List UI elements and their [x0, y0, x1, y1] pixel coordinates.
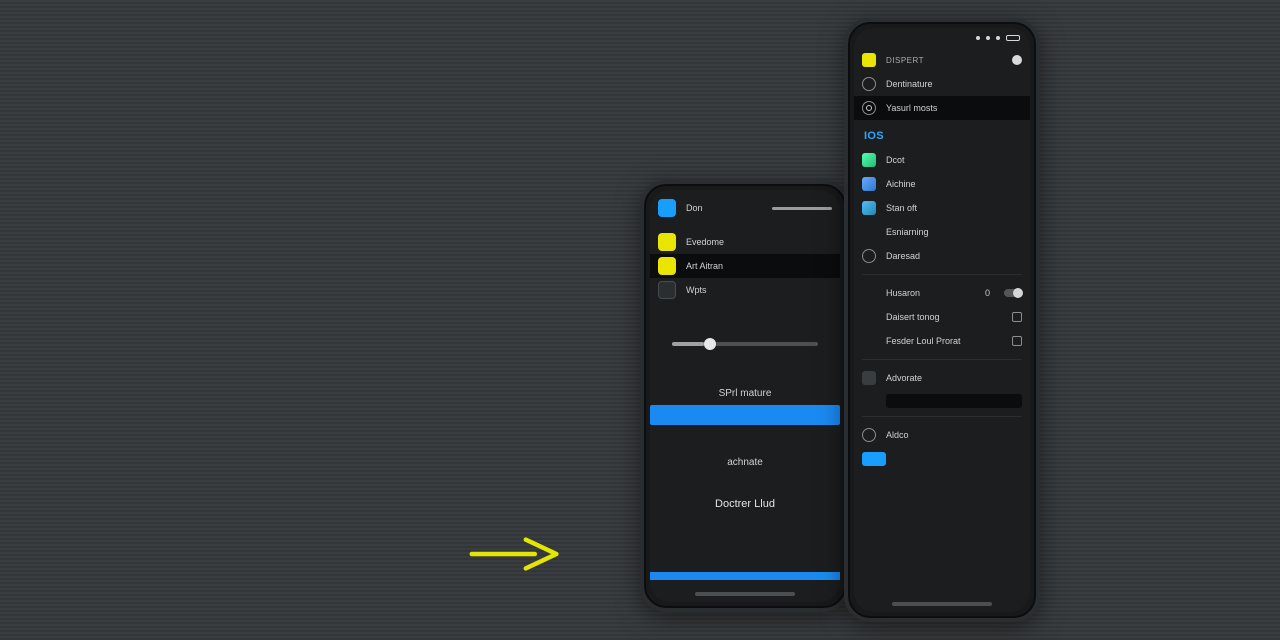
toggle-icon[interactable]	[1004, 289, 1022, 297]
primary-action-button[interactable]	[650, 405, 840, 425]
signal-dot-icon	[976, 36, 980, 40]
checkbox-icon[interactable]	[1012, 336, 1022, 346]
settings-header: DISPERT	[854, 48, 1030, 72]
list-item-label: Wpts	[686, 285, 832, 295]
list-item-daresad[interactable]: Daresad	[854, 244, 1030, 268]
header-title: DISPERT	[886, 56, 1002, 65]
list-item-label: Dcot	[886, 155, 1022, 165]
list-item-dentinature[interactable]: Dentinature	[854, 72, 1030, 96]
divider	[862, 274, 1022, 275]
list-item-aichine[interactable]: Aichine	[854, 172, 1030, 196]
option-daisert-tonog[interactable]: Daisert tonog	[854, 305, 1030, 329]
app-icon	[862, 153, 876, 167]
section-achnate-label[interactable]: achnate	[650, 451, 840, 474]
home-indicator-icon	[892, 602, 992, 606]
progress-bar	[650, 572, 840, 580]
list-item-stan-oft[interactable]: Stan oft	[854, 196, 1030, 220]
option-value: 0	[985, 288, 990, 298]
checkbox-icon[interactable]	[1012, 312, 1022, 322]
text-input[interactable]	[886, 394, 1022, 408]
phone-mockup-left: Don Evedome Art Aitran Wpts SPrl mature …	[640, 180, 850, 612]
overflow-icon[interactable]	[1012, 55, 1022, 65]
divider	[862, 359, 1022, 360]
phone-left-screen: Don Evedome Art Aitran Wpts SPrl mature …	[650, 190, 840, 602]
list-item-label: Don	[686, 203, 762, 213]
list-item-label: Art Aitran	[686, 261, 832, 271]
radio-selected-icon[interactable]	[862, 101, 876, 115]
list-item-label: Esniarning	[886, 227, 1022, 237]
list-item-aldco[interactable]: Aldco	[854, 423, 1030, 447]
app-icon	[658, 257, 676, 275]
list-item-label: Stan oft	[886, 203, 1022, 213]
list-item-art-aitran[interactable]: Art Aitran	[650, 254, 840, 278]
list-item-don[interactable]: Don	[650, 196, 840, 220]
selected-chip[interactable]	[854, 447, 1030, 471]
signal-dot-icon	[996, 36, 1000, 40]
option-husaron[interactable]: Husaron 0	[854, 281, 1030, 305]
app-icon	[658, 233, 676, 251]
list-item-label: Daresad	[886, 251, 1022, 261]
divider	[862, 416, 1022, 417]
app-badge-icon	[862, 53, 876, 67]
option-advorate[interactable]: Advorate	[854, 366, 1030, 390]
home-indicator-icon	[695, 592, 795, 596]
settings-icon	[862, 371, 876, 385]
app-icon	[658, 199, 676, 217]
option-fesder-loul-prorat[interactable]: Fesder Loul Prorat	[854, 329, 1030, 353]
slider-knob-icon[interactable]	[704, 338, 716, 350]
arrow-right-icon	[466, 536, 564, 572]
primary-action-label[interactable]: SPrl mature	[650, 382, 840, 405]
section-title-ios: IOS	[854, 120, 1030, 148]
slider-track-icon	[772, 207, 832, 210]
checkbox-icon[interactable]	[658, 281, 676, 299]
list-item-label: Evedome	[686, 237, 832, 247]
slider-fill	[672, 342, 704, 346]
radio-icon[interactable]	[862, 77, 876, 91]
phone-mockup-right: DISPERT Dentinature Yasurl mosts IOS Dco…	[844, 18, 1040, 622]
section-doctrer-label[interactable]: Doctrer Llud	[650, 492, 840, 516]
list-item-label: Dentinature	[886, 79, 1022, 89]
selected-chip-icon	[862, 452, 886, 466]
option-label: Advorate	[886, 373, 1022, 383]
list-item-evedome[interactable]: Evedome	[650, 230, 840, 254]
list-item-yasurl-mosts[interactable]: Yasurl mosts	[854, 96, 1030, 120]
list-item-label: Aichine	[886, 179, 1022, 189]
battery-icon	[1006, 35, 1020, 41]
power-icon	[862, 249, 876, 263]
list-item-label: Aldco	[886, 430, 1022, 440]
settings-slider[interactable]	[672, 342, 818, 346]
list-item-label: Yasurl mosts	[886, 103, 1022, 113]
option-label: Husaron	[886, 288, 975, 298]
app-icon	[862, 177, 876, 191]
option-label: Fesder Loul Prorat	[886, 336, 1002, 346]
list-item-esniarning[interactable]: Esniarning	[854, 220, 1030, 244]
option-label: Daisert tonog	[886, 312, 1002, 322]
circle-icon	[862, 428, 876, 442]
list-item-dcot[interactable]: Dcot	[854, 148, 1030, 172]
app-icon	[862, 201, 876, 215]
list-item-wpts[interactable]: Wpts	[650, 278, 840, 302]
status-bar	[854, 28, 1030, 48]
phone-right-screen: DISPERT Dentinature Yasurl mosts IOS Dco…	[854, 28, 1030, 612]
signal-dot-icon	[986, 36, 990, 40]
